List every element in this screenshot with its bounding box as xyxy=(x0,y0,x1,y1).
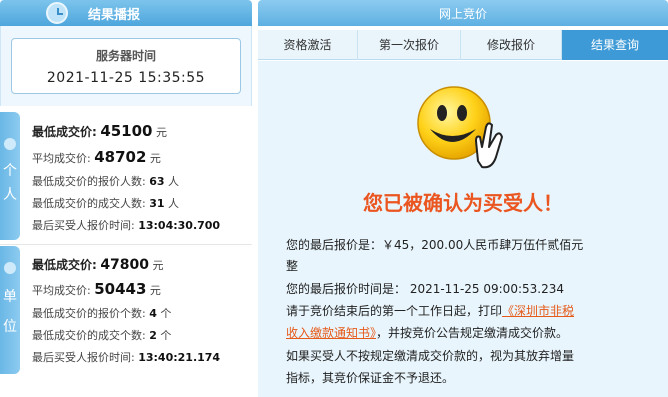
individual-deal-count: 最低成交价的成交人数: 31 人 xyxy=(32,197,180,210)
warning-line-1: 如果买受人不按规定缴清成交价款的，视为其放弃增量 xyxy=(286,349,575,363)
clock-icon xyxy=(46,2,68,24)
tab-result-query[interactable]: 结果查询 xyxy=(562,30,668,60)
final-bid-time: 您的最后报价时间是： 2021-11-25 09:00:53.234 xyxy=(286,282,564,296)
final-bid-amount: 您的最后报价是：￥45，200.00人民币肆万伍仟贰佰元 xyxy=(286,238,584,252)
tab-modify-bid[interactable]: 修改报价 xyxy=(461,30,562,60)
server-time-section: 服务器时间 2021-11-25 15:35:55 xyxy=(0,26,252,106)
individual-avg-price: 平均成交价: 48702 元 xyxy=(32,148,161,166)
instruction-line-1: 请于竞价结束后的第一个工作日起，打印《深圳市非税 xyxy=(286,304,575,318)
organization-min-bidders: 最低成交价的报价个数: 4 个 xyxy=(32,307,172,320)
tab-organization-char1: 单 xyxy=(3,289,17,305)
instruction-line-2: 收入缴款通知书》，并按竞价公告规定缴清成交价款。 xyxy=(286,326,569,340)
smiley-thumbs-up-icon xyxy=(417,86,503,169)
organization-min-price: 最低成交价: 47800 元 xyxy=(32,257,164,273)
organization-avg-price: 平均成交价: 50443 元 xyxy=(32,280,161,298)
tab-individual[interactable]: 个 人 xyxy=(0,112,20,240)
result-content: 您已被确认为买受人！ 您的最后报价是：￥45，200.00人民币肆万伍仟贰佰元 … xyxy=(258,61,668,397)
organization-results: 单 位 最低成交价: 47800 元 平均成交价: 50443 元 最低成交价的… xyxy=(0,246,252,374)
online-bidding-header: 网上竞价 xyxy=(258,0,668,26)
individual-min-bidders: 最低成交价的报价人数: 63 人 xyxy=(32,175,180,188)
payment-notice-link[interactable]: 《深圳市非税 xyxy=(502,304,574,318)
result-broadcast-title: 结果播报 xyxy=(88,8,141,23)
page: 结果播报 服务器时间 2021-11-25 15:35:55 个 人 最低成交价… xyxy=(0,0,668,397)
warning-line-2: 指标，其竞价保证金不予退还。 xyxy=(286,371,455,385)
tab-individual-char2: 人 xyxy=(3,187,17,203)
group-divider xyxy=(0,244,252,245)
payment-notice-link-cont[interactable]: 收入缴款通知书》 xyxy=(286,326,376,340)
result-broadcast-panel: 结果播报 服务器时间 2021-11-25 15:35:55 个 人 最低成交价… xyxy=(0,0,252,397)
online-bidding-panel: 网上竞价 资格激活 第一次报价 修改报价 结果查询 您已被确认为买受人！ 您的最… xyxy=(258,0,668,397)
individual-min-price: 最低成交价: 45100 元 xyxy=(32,122,167,140)
tab-first-bid[interactable]: 第一次报价 xyxy=(358,30,461,60)
tab-individual-char1: 个 xyxy=(3,163,17,179)
winner-headline: 您已被确认为买受人！ xyxy=(363,191,563,215)
online-bidding-title: 网上竞价 xyxy=(438,7,487,21)
final-bid-amount-cont: 整 xyxy=(286,259,299,273)
server-time-value: 2021-11-25 15:35:55 xyxy=(46,70,206,86)
individual-last-time: 最后买受人报价时间: 13:04:30.700 xyxy=(32,219,221,232)
result-broadcast-header: 结果播报 xyxy=(0,0,252,26)
server-time-box: 服务器时间 2021-11-25 15:35:55 xyxy=(11,38,241,94)
group-icon xyxy=(4,262,16,274)
tab-organization-char2: 位 xyxy=(3,319,17,335)
organization-last-time: 最后买受人报价时间: 13:40:21.174 xyxy=(32,351,221,364)
bidding-tabs: 资格激活 第一次报价 修改报价 结果查询 xyxy=(258,30,668,60)
tab-organization[interactable]: 单 位 xyxy=(0,246,20,374)
person-icon xyxy=(4,138,16,150)
tab-qualification-activation[interactable]: 资格激活 xyxy=(258,30,358,60)
organization-deal-count: 最低成交价的成交个数: 2 个 xyxy=(32,329,172,342)
individual-results: 个 人 最低成交价: 45100 元 平均成交价: 48702 元 最低成交价的… xyxy=(0,112,252,240)
server-time-label: 服务器时间 xyxy=(95,49,156,63)
